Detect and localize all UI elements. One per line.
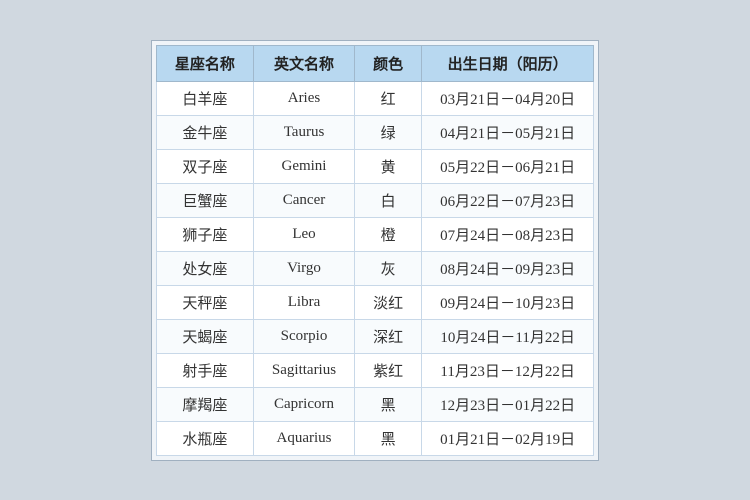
- cell-english: Cancer: [253, 183, 354, 217]
- cell-color: 深红: [355, 319, 422, 353]
- table-row: 狮子座Leo橙07月24日－08月23日: [156, 217, 593, 251]
- cell-color: 灰: [355, 251, 422, 285]
- table-row: 金牛座Taurus绿04月21日－05月21日: [156, 115, 593, 149]
- cell-english: Virgo: [253, 251, 354, 285]
- cell-english: Gemini: [253, 149, 354, 183]
- cell-color: 橙: [355, 217, 422, 251]
- header-date: 出生日期（阳历）: [422, 45, 594, 81]
- cell-chinese: 摩羯座: [156, 387, 253, 421]
- cell-english: Aquarius: [253, 421, 354, 455]
- header-chinese-name: 星座名称: [156, 45, 253, 81]
- table-body: 白羊座Aries红03月21日－04月20日金牛座Taurus绿04月21日－0…: [156, 81, 593, 455]
- cell-date: 06月22日－07月23日: [422, 183, 594, 217]
- cell-color: 黄: [355, 149, 422, 183]
- cell-date: 07月24日－08月23日: [422, 217, 594, 251]
- cell-date: 11月23日－12月22日: [422, 353, 594, 387]
- table-row: 双子座Gemini黄05月22日－06月21日: [156, 149, 593, 183]
- cell-date: 04月21日－05月21日: [422, 115, 594, 149]
- table-header-row: 星座名称 英文名称 颜色 出生日期（阳历）: [156, 45, 593, 81]
- header-color: 颜色: [355, 45, 422, 81]
- cell-english: Aries: [253, 81, 354, 115]
- cell-color: 红: [355, 81, 422, 115]
- cell-english: Capricorn: [253, 387, 354, 421]
- cell-chinese: 天秤座: [156, 285, 253, 319]
- table-row: 水瓶座Aquarius黑01月21日－02月19日: [156, 421, 593, 455]
- cell-date: 03月21日－04月20日: [422, 81, 594, 115]
- cell-date: 10月24日－11月22日: [422, 319, 594, 353]
- cell-chinese: 白羊座: [156, 81, 253, 115]
- table-row: 射手座Sagittarius紫红11月23日－12月22日: [156, 353, 593, 387]
- cell-color: 紫红: [355, 353, 422, 387]
- cell-date: 05月22日－06月21日: [422, 149, 594, 183]
- table-row: 天秤座Libra淡红09月24日－10月23日: [156, 285, 593, 319]
- table-row: 处女座Virgo灰08月24日－09月23日: [156, 251, 593, 285]
- cell-english: Libra: [253, 285, 354, 319]
- cell-chinese: 水瓶座: [156, 421, 253, 455]
- cell-chinese: 巨蟹座: [156, 183, 253, 217]
- cell-chinese: 处女座: [156, 251, 253, 285]
- table-row: 巨蟹座Cancer白06月22日－07月23日: [156, 183, 593, 217]
- cell-date: 08月24日－09月23日: [422, 251, 594, 285]
- cell-color: 黑: [355, 421, 422, 455]
- cell-color: 绿: [355, 115, 422, 149]
- table-row: 天蝎座Scorpio深红10月24日－11月22日: [156, 319, 593, 353]
- table-row: 白羊座Aries红03月21日－04月20日: [156, 81, 593, 115]
- cell-english: Leo: [253, 217, 354, 251]
- cell-color: 黑: [355, 387, 422, 421]
- cell-chinese: 天蝎座: [156, 319, 253, 353]
- cell-chinese: 金牛座: [156, 115, 253, 149]
- zodiac-table: 星座名称 英文名称 颜色 出生日期（阳历） 白羊座Aries红03月21日－04…: [156, 45, 594, 456]
- cell-chinese: 狮子座: [156, 217, 253, 251]
- header-english-name: 英文名称: [253, 45, 354, 81]
- cell-chinese: 射手座: [156, 353, 253, 387]
- cell-date: 12月23日－01月22日: [422, 387, 594, 421]
- table-container: 星座名称 英文名称 颜色 出生日期（阳历） 白羊座Aries红03月21日－04…: [151, 40, 599, 461]
- cell-color: 淡红: [355, 285, 422, 319]
- cell-color: 白: [355, 183, 422, 217]
- cell-chinese: 双子座: [156, 149, 253, 183]
- cell-date: 09月24日－10月23日: [422, 285, 594, 319]
- cell-english: Sagittarius: [253, 353, 354, 387]
- cell-date: 01月21日－02月19日: [422, 421, 594, 455]
- cell-english: Scorpio: [253, 319, 354, 353]
- cell-english: Taurus: [253, 115, 354, 149]
- table-row: 摩羯座Capricorn黑12月23日－01月22日: [156, 387, 593, 421]
